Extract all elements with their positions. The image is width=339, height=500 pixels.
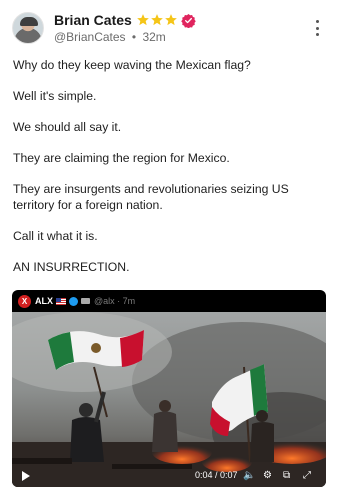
post-paragraph: AN INSURRECTION. (13, 260, 130, 274)
verified-icon (69, 296, 78, 306)
post-header: Brian Cates @BrianCates • 32m (0, 0, 339, 50)
author-meta: @BrianCates • 32m (54, 30, 166, 44)
alx-logo: X (18, 294, 31, 308)
volume-icon[interactable]: 🔈 (243, 470, 255, 481)
post-paragraph: Why do they keep waving the Mexican flag… (13, 58, 251, 72)
video-frame[interactable] (12, 312, 326, 487)
star-badges (136, 13, 178, 27)
fullscreen-icon[interactable]: ⤢ (303, 470, 311, 481)
post-paragraph: We should all say it. (13, 120, 122, 134)
author-name-row: Brian Cates (54, 11, 196, 29)
embed-handle: @alx · 7m (94, 296, 136, 306)
author-handle[interactable]: @BrianCates (54, 30, 126, 44)
flag-icon (81, 298, 90, 304)
post-paragraph: Well it's simple. (13, 89, 97, 103)
embed-header: X ALX @alx · 7m (12, 290, 326, 312)
us-flag-icon (56, 297, 66, 305)
star-icon (150, 14, 163, 26)
pip-icon[interactable]: ⧉ (283, 470, 290, 481)
star-icon (136, 14, 149, 26)
post-paragraph: Call it what it is. (13, 229, 98, 243)
video-still (12, 312, 326, 487)
avatar[interactable] (12, 12, 44, 44)
post-time[interactable]: 32m (142, 30, 165, 44)
video-controls: 0:04 / 0:07 🔈 ⚙ ⧉ ⤢ (12, 465, 326, 487)
post-paragraph: They are claiming the region for Mexico. (13, 151, 230, 165)
embed-author-name: ALX (35, 296, 53, 306)
post-body: Why do they keep waving the Mexican flag… (13, 57, 331, 290)
settings-icon[interactable]: ⚙ (263, 470, 272, 481)
meta-separator: • (131, 30, 137, 44)
embedded-video[interactable]: X ALX @alx · 7m 0:04 / 0:07 🔈 ⚙ ⧉ ⤢ (12, 290, 326, 487)
author-name[interactable]: Brian Cates (54, 12, 132, 28)
verified-badge-icon (181, 13, 196, 28)
play-icon[interactable] (22, 471, 30, 481)
star-icon (164, 14, 177, 26)
more-options-icon[interactable] (310, 18, 324, 38)
video-time: 0:04 / 0:07 (195, 470, 238, 480)
post-paragraph: They are insurgents and revolutionaries … (13, 182, 289, 212)
